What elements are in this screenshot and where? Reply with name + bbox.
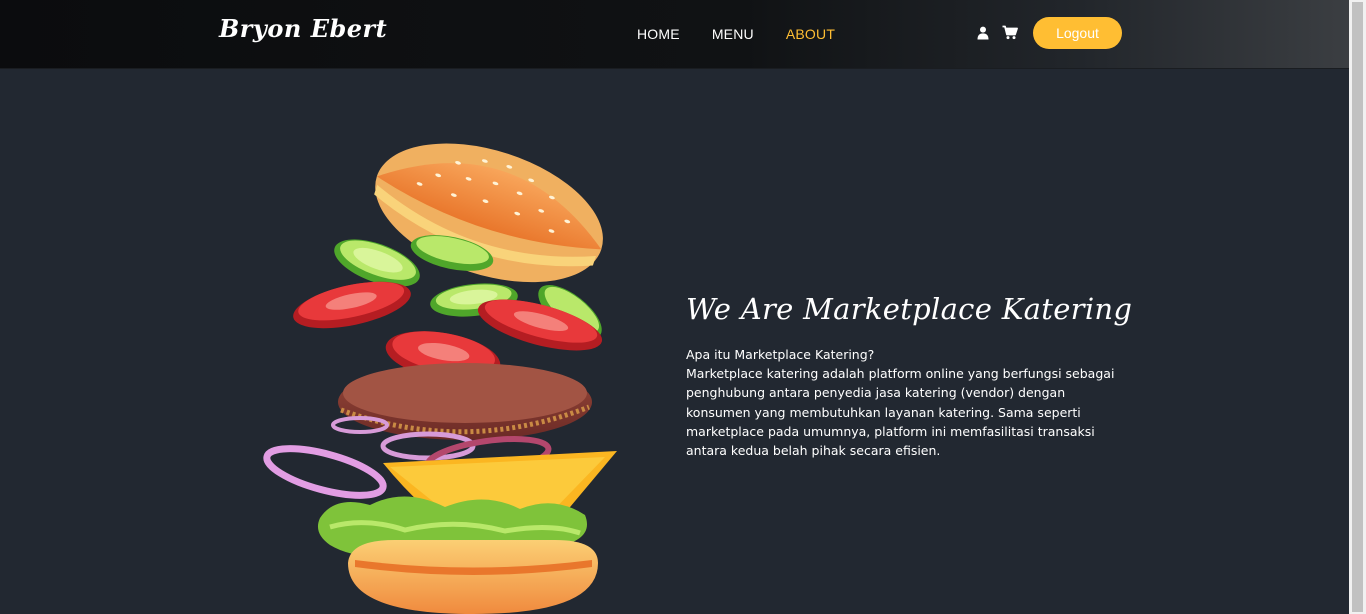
about-description: Apa itu Marketplace Katering? Marketplac… <box>686 345 1126 460</box>
cart-icon[interactable] <box>1002 25 1018 40</box>
nav-home[interactable]: HOME <box>637 26 680 42</box>
brand-logo[interactable]: Bryon Ebert <box>219 14 387 43</box>
main-nav: HOME MENU ABOUT <box>637 26 867 42</box>
scrollbar[interactable] <box>1349 0 1366 614</box>
scrollbar-thumb[interactable] <box>1352 2 1363 612</box>
about-body: Marketplace katering adalah platform onl… <box>686 366 1115 459</box>
nav-menu[interactable]: MENU <box>712 26 754 42</box>
about-page: Bryon Ebert HOME MENU ABOUT Logout We Ar… <box>0 0 1366 614</box>
about-question: Apa itu Marketplace Katering? <box>686 347 875 362</box>
header: Bryon Ebert HOME MENU ABOUT Logout <box>0 0 1349 69</box>
burger-illustration <box>263 143 617 614</box>
nav-about[interactable]: ABOUT <box>786 26 835 42</box>
logout-button[interactable]: Logout <box>1033 17 1122 49</box>
about-title: We Are Marketplace Katering <box>686 292 1133 326</box>
user-icon[interactable] <box>977 26 989 40</box>
